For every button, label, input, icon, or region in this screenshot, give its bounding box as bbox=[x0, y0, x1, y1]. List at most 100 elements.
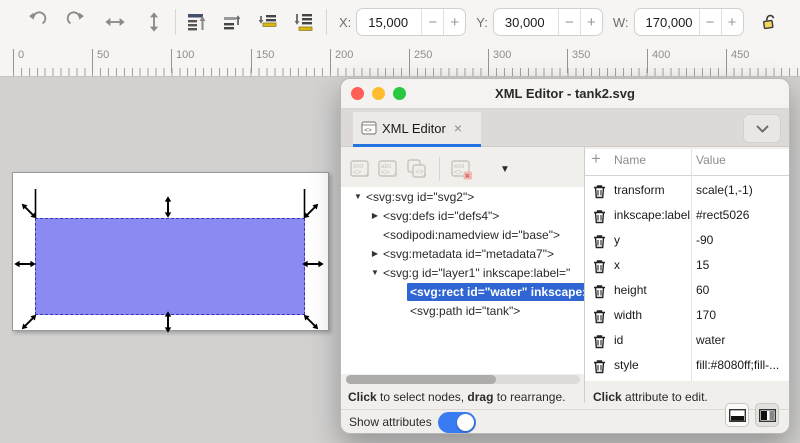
scale-handle-sw[interactable] bbox=[20, 313, 39, 332]
delete-attribute-icon[interactable] bbox=[593, 334, 606, 349]
ruler-label: 0 bbox=[13, 49, 24, 73]
tab-xml-editor[interactable]: <> XML Editor × bbox=[353, 112, 481, 147]
delete-attribute-icon[interactable] bbox=[593, 184, 606, 199]
delete-attribute-icon[interactable] bbox=[593, 259, 606, 274]
tree-node-layer[interactable]: ▼ <svg:g id="layer1" inkscape:label=" bbox=[341, 263, 584, 282]
layout-vertical-button[interactable] bbox=[755, 403, 779, 427]
w-increment-button[interactable]: + bbox=[721, 9, 743, 35]
layout-horizontal-button[interactable] bbox=[725, 403, 749, 427]
tree-node-tank[interactable]: <svg:path id="tank"> bbox=[341, 301, 584, 320]
delete-attribute-icon[interactable] bbox=[593, 309, 606, 324]
attr-value[interactable]: 15 bbox=[696, 258, 709, 272]
attr-name[interactable]: x bbox=[614, 258, 620, 272]
y-input[interactable]: 30,000 bbox=[494, 9, 558, 35]
scrollbar-thumb[interactable] bbox=[346, 375, 496, 384]
attr-value[interactable]: scale(1,-1) bbox=[696, 183, 753, 197]
tree-node-namedview[interactable]: <sodipodi:namedview id="base"> bbox=[341, 225, 584, 244]
add-attribute-button[interactable]: + bbox=[591, 149, 601, 169]
delete-node-button[interactable]: xml <> × bbox=[448, 155, 476, 183]
expander-icon[interactable]: ▼ bbox=[353, 192, 363, 201]
scale-handle-w[interactable] bbox=[14, 261, 36, 267]
x-increment-button[interactable]: + bbox=[443, 9, 465, 35]
tab-label: XML Editor bbox=[382, 121, 446, 136]
w-decrement-button[interactable]: − bbox=[699, 9, 721, 35]
attr-name[interactable]: height bbox=[614, 283, 647, 297]
attr-name[interactable]: inkscape:label bbox=[614, 208, 690, 222]
x-decrement-button[interactable]: − bbox=[421, 9, 443, 35]
y-label: Y: bbox=[476, 15, 488, 30]
node-toolbar-dropdown-button[interactable]: ▼ bbox=[500, 164, 510, 175]
delete-attribute-icon[interactable] bbox=[593, 234, 606, 249]
attr-value-header: Value bbox=[696, 153, 726, 173]
attr-row-transform[interactable]: transform scale(1,-1) bbox=[585, 179, 790, 204]
tree-node-metadata[interactable]: ▶ <svg:metadata id="metadata7"> bbox=[341, 244, 584, 263]
xml-tree: ▼ <svg:svg id="svg2"> ▶ <svg:defs id="de… bbox=[341, 187, 584, 374]
attr-name[interactable]: style bbox=[614, 358, 639, 372]
attr-value[interactable]: #rect5026 bbox=[696, 208, 749, 222]
raise-button[interactable] bbox=[218, 7, 248, 37]
attr-row-x[interactable]: x 15 bbox=[585, 254, 790, 279]
flip-vertical-button[interactable] bbox=[139, 7, 169, 37]
attr-row-style[interactable]: style fill:#8080ff;fill-... bbox=[585, 354, 790, 379]
x-input[interactable]: 15,000 bbox=[357, 9, 421, 35]
attr-name[interactable]: y bbox=[614, 233, 620, 247]
tab-close-icon[interactable]: × bbox=[454, 120, 462, 136]
delete-node-icon: xml <> × bbox=[450, 157, 474, 181]
svg-text:<>: <> bbox=[381, 170, 389, 177]
dialog-titlebar[interactable]: XML Editor - tank2.svg bbox=[341, 79, 789, 109]
attr-value[interactable]: 60 bbox=[696, 283, 709, 297]
scale-handle-s[interactable] bbox=[165, 311, 171, 333]
attr-value[interactable]: 170 bbox=[696, 308, 716, 322]
new-element-node-button[interactable]: xml <> + bbox=[347, 155, 375, 183]
expander-icon[interactable]: ▼ bbox=[370, 268, 380, 277]
new-text-node-button[interactable]: abc <> + bbox=[375, 155, 403, 183]
tree-node-water-selected[interactable]: <svg:rect id="water" inkscape:la bbox=[341, 282, 584, 301]
dock-menu-button[interactable] bbox=[743, 114, 781, 143]
attr-row-inkscape-label[interactable]: inkscape:label #rect5026 bbox=[585, 204, 790, 229]
xml-node-toolbar: xml <> + abc <> + <> + bbox=[347, 153, 510, 185]
delete-attribute-icon[interactable] bbox=[593, 209, 606, 224]
attr-value[interactable]: -90 bbox=[696, 233, 713, 247]
ruler-label: 150 bbox=[251, 49, 274, 73]
lower-to-bottom-button[interactable] bbox=[290, 7, 320, 37]
attr-name-header: Name bbox=[614, 153, 646, 173]
show-attributes-toggle[interactable] bbox=[438, 412, 476, 433]
attr-row-id[interactable]: id water bbox=[585, 329, 790, 354]
ruler-label: 400 bbox=[647, 49, 670, 73]
delete-attribute-icon[interactable] bbox=[593, 359, 606, 374]
flip-horizontal-button[interactable] bbox=[100, 7, 130, 37]
attr-row-height[interactable]: height 60 bbox=[585, 279, 790, 304]
y-increment-button[interactable]: + bbox=[580, 9, 602, 35]
attr-value[interactable]: fill:#8080ff;fill-... bbox=[696, 358, 779, 372]
tree-horizontal-scrollbar[interactable] bbox=[346, 375, 580, 384]
w-field-group: W: 170,000 − + bbox=[613, 8, 744, 36]
tree-node-label: <svg:metadata id="metadata7"> bbox=[380, 247, 557, 261]
attr-name[interactable]: width bbox=[614, 308, 642, 322]
tree-node-defs[interactable]: ▶ <svg:defs id="defs4"> bbox=[341, 206, 584, 225]
svg-text:<>: <> bbox=[353, 170, 361, 177]
tree-node-label: <svg:path id="tank"> bbox=[407, 304, 523, 318]
expander-icon[interactable]: ▶ bbox=[370, 211, 380, 220]
rotate-ccw-button[interactable] bbox=[22, 7, 52, 37]
attr-value[interactable]: water bbox=[696, 333, 725, 347]
w-input[interactable]: 170,000 bbox=[635, 9, 699, 35]
attributes-pane: + Name Value transform scale(1,-1) inksc… bbox=[585, 149, 790, 381]
attr-row-width[interactable]: width 170 bbox=[585, 304, 790, 329]
raise-to-top-button[interactable] bbox=[182, 7, 212, 37]
raise-to-top-icon bbox=[185, 10, 209, 34]
delete-attribute-icon[interactable] bbox=[593, 284, 606, 299]
attr-row-y[interactable]: y -90 bbox=[585, 229, 790, 254]
expander-icon[interactable]: ▶ bbox=[370, 249, 380, 258]
duplicate-node-button[interactable]: <> + bbox=[403, 155, 431, 183]
attr-name[interactable]: transform bbox=[614, 183, 665, 197]
ruler-label: 450 bbox=[726, 49, 749, 73]
y-decrement-button[interactable]: − bbox=[558, 9, 580, 35]
rotate-cw-button[interactable] bbox=[61, 7, 91, 37]
scale-handle-e[interactable] bbox=[302, 261, 324, 267]
tree-node-svg[interactable]: ▼ <svg:svg id="svg2"> bbox=[341, 187, 584, 206]
lock-ratio-button[interactable] bbox=[754, 7, 784, 37]
lower-button[interactable] bbox=[254, 7, 284, 37]
scale-handle-se[interactable] bbox=[302, 313, 321, 332]
attr-name[interactable]: id bbox=[614, 333, 623, 347]
scale-handle-n[interactable] bbox=[165, 196, 171, 218]
